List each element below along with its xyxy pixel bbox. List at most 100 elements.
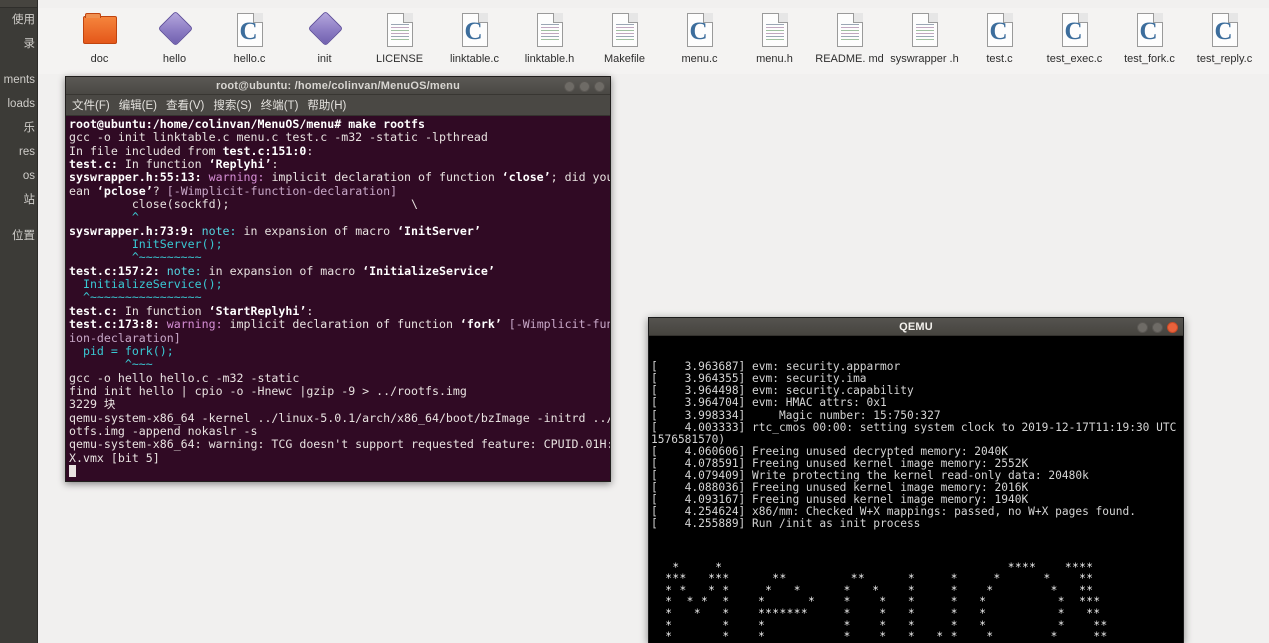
file-item-test-fork-c[interactable]: C test_fork.c [1112, 10, 1187, 66]
seg: [-Wimplicit-function-declaration] [166, 183, 398, 198]
sidebar-item-music[interactable]: 乐 [0, 116, 37, 140]
sidebar-item-recent[interactable]: 使用 [0, 8, 37, 32]
seg: In file included from [69, 143, 223, 158]
terminal-line: syswrapper.h:55:13: warning: implicit de… [69, 170, 610, 184]
qemu-window[interactable]: QEMU [ 3.963687] evm: security.apparmor … [648, 317, 1184, 643]
seg: note: [159, 263, 209, 278]
menu-edit[interactable]: 编辑(E) [119, 97, 157, 113]
sidebar-item-pictures[interactable]: res [0, 140, 37, 164]
seg: test.c: [69, 303, 118, 318]
terminal-line: test.c:157:2: note: in expansion of macr… [69, 264, 495, 278]
file-item-menu-c[interactable]: C menu.c [662, 10, 737, 66]
file-label: test_exec.c [1046, 53, 1103, 65]
seg: in expansion of macro [208, 263, 363, 278]
close-icon[interactable] [594, 81, 605, 92]
terminal-line: ^~~~~~~~~~ [69, 250, 202, 265]
file-label: linktable.c [450, 53, 499, 65]
file-item-linktable-c[interactable]: C linktable.c [437, 10, 512, 66]
maximize-icon[interactable] [1152, 322, 1163, 333]
file-item-linktable-h[interactable]: linktable.h [512, 10, 587, 66]
terminal-line: ^~~~ [69, 357, 153, 372]
file-item-hello-c[interactable]: C hello.c [212, 10, 287, 66]
menu-view[interactable]: 查看(V) [166, 97, 204, 113]
close-icon[interactable] [1167, 322, 1178, 333]
qemu-console[interactable]: [ 3.963687] evm: security.apparmor [ 3.9… [649, 336, 1183, 643]
seg: ‘close’ [501, 170, 551, 185]
seg: : [306, 303, 314, 318]
terminal-line: find init hello | cpio -o -Hnewc |gzip -… [69, 383, 467, 398]
file-item-syswrapper-h[interactable]: syswrapper .h [887, 10, 962, 66]
text-document-icon [380, 10, 420, 52]
sidebar-divider-2 [0, 212, 37, 224]
terminal-line: ^ [69, 210, 139, 225]
terminal-window-buttons [564, 81, 605, 92]
terminal-output[interactable]: root@ubuntu:/home/colinvan/MenuOS/menu# … [66, 116, 610, 481]
folder-icon [80, 10, 120, 52]
file-item-doc[interactable]: doc [62, 10, 137, 66]
file-label: linktable.h [524, 53, 575, 65]
seg: warning: [201, 170, 272, 185]
terminal-line: ^~~~~~~~~~~~~~~~~ [69, 290, 202, 305]
sidebar-item-other-locations[interactable]: 位置 [0, 224, 37, 248]
seg: implicit declaration of function [271, 170, 502, 185]
file-item-hello[interactable]: hello [137, 10, 212, 66]
terminal-window[interactable]: root@ubuntu: /home/colinvan/MenuOS/menu … [65, 76, 611, 482]
seg: test.c: [69, 157, 118, 172]
minimize-icon[interactable] [1137, 322, 1148, 333]
file-listing: doc hello C hello.c init LICENSE C linkt… [38, 8, 1269, 74]
terminal-line: gcc -o init linktable.c menu.c test.c -m… [69, 130, 488, 145]
file-label: menu.h [756, 53, 793, 65]
text-document-icon [605, 10, 645, 52]
qemu-titlebar[interactable]: QEMU [649, 318, 1183, 336]
seg: ‘Replyhi’ [208, 157, 272, 172]
menu-terminal[interactable]: 终端(T) [261, 97, 299, 113]
menu-file[interactable]: 文件(F) [72, 97, 110, 113]
seg: test.c:151:0 [222, 143, 307, 158]
text-document-icon [905, 10, 945, 52]
c-source-icon: C [455, 10, 495, 52]
file-item-makefile[interactable]: Makefile [587, 10, 662, 66]
terminal-line: test.c: In function ‘StartReplyhi’: [69, 304, 313, 318]
file-item-menu-h[interactable]: menu.h [737, 10, 812, 66]
sidebar-item-downloads[interactable]: loads [0, 92, 37, 116]
file-item-test-reply-c[interactable]: C test_reply.c [1187, 10, 1262, 66]
seg: syswrapper.h:73:9: [69, 223, 195, 238]
file-item-license[interactable]: LICENSE [362, 10, 437, 66]
terminal-line: gcc -o hello hello.c -m32 -static [69, 370, 300, 385]
terminal-line: 3229 块 [69, 397, 116, 412]
seg: test.c:173:8: [69, 317, 160, 332]
menu-help[interactable]: 帮助(H) [307, 97, 346, 113]
file-manager-sidebar: 使用 录 ments loads 乐 res os 站 位置 [0, 0, 38, 643]
c-source-icon: C [230, 10, 270, 52]
seg: ‘fork’ [459, 317, 502, 332]
seg: ‘StartReplyhi’ [208, 303, 307, 318]
terminal-line: qemu-system-x86_64 -kernel ../linux-5.0.… [69, 410, 610, 425]
seg: : [271, 157, 279, 172]
seg: : [306, 143, 314, 158]
minimize-icon[interactable] [564, 81, 575, 92]
file-label: menu.c [681, 53, 718, 65]
terminal-menubar: 文件(F) 编辑(E) 查看(V) 搜索(S) 终端(T) 帮助(H) [66, 95, 610, 116]
sidebar-item-home[interactable]: 录 [0, 32, 37, 56]
file-item-readme-md[interactable]: README. md [812, 10, 887, 66]
sidebar-header [0, 0, 37, 8]
file-label: test.c [986, 53, 1013, 65]
file-item-test-exec-c[interactable]: C test_exec.c [1037, 10, 1112, 66]
sidebar-item-videos[interactable]: os [0, 164, 37, 188]
menu-search[interactable]: 搜索(S) [213, 97, 251, 113]
maximize-icon[interactable] [579, 81, 590, 92]
file-label: init [317, 53, 332, 65]
terminal-cursor [69, 464, 76, 477]
terminal-titlebar[interactable]: root@ubuntu: /home/colinvan/MenuOS/menu [66, 77, 610, 95]
file-item-test-c[interactable]: C test.c [962, 10, 1037, 66]
sidebar-item-trash[interactable]: 站 [0, 188, 37, 212]
terminal-line: ean ‘pclose’? [-Wimplicit-function-decla… [69, 184, 397, 198]
text-document-icon [830, 10, 870, 52]
file-label: syswrapper .h [890, 53, 959, 65]
desktop: 使用 录 ments loads 乐 res os 站 位置 doc hello… [0, 0, 1269, 643]
file-item-init[interactable]: init [287, 10, 362, 66]
terminal-line: root@ubuntu:/home/colinvan/MenuOS/menu# … [69, 117, 425, 131]
sidebar-item-documents[interactable]: ments [0, 68, 37, 92]
file-label: doc [90, 53, 109, 65]
c-source-icon: C [1130, 10, 1170, 52]
